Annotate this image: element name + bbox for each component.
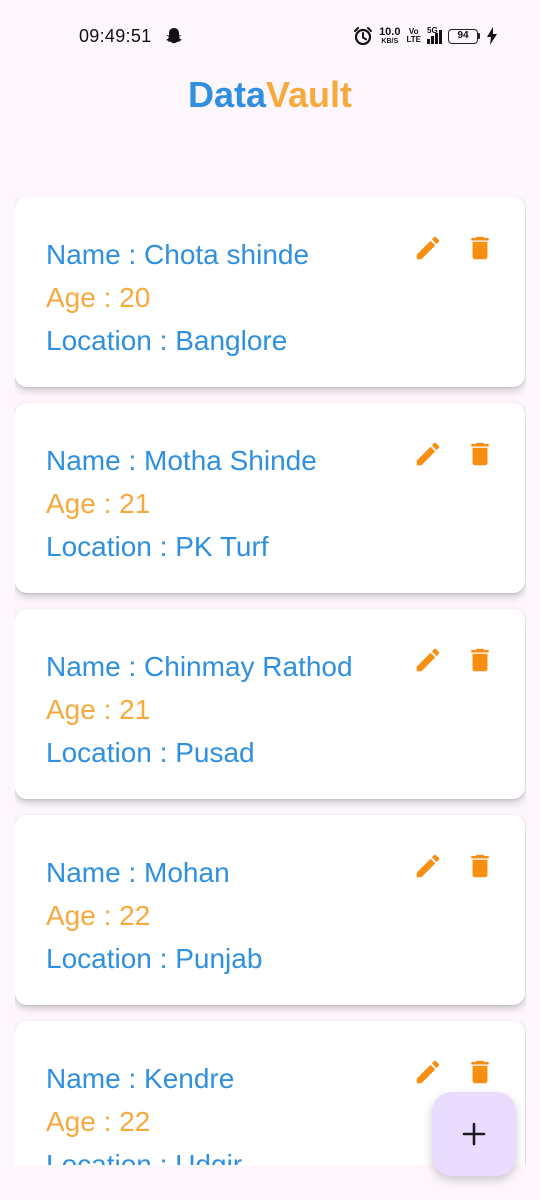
trash-icon: [471, 236, 489, 260]
records-list[interactable]: Name : Chota shinde Age : 20 Location : Ba…: [15, 197, 526, 1165]
record-details: Name : Mohan Age : 22 Location : Punjab: [46, 851, 262, 980]
record-age: Age : 20: [46, 282, 151, 313]
record-card: Name : Motha Shinde Age : 21 Location : PK…: [15, 403, 525, 593]
signal-icon: 5G: [427, 26, 442, 44]
record-name: Name : Chinmay Rathod: [46, 651, 353, 682]
record-details: Name : Kendre Age : 22 Location : Udgir: [46, 1057, 242, 1165]
record-location: Location : Pusad: [46, 737, 255, 768]
record-actions: [413, 1057, 495, 1087]
record-actions: [413, 439, 495, 469]
trash-icon: [471, 1060, 489, 1084]
app-title-vault: Vault: [266, 74, 353, 115]
app-title-data: Data: [187, 74, 266, 115]
record-age: Age : 21: [46, 694, 151, 725]
volte-indicator: Vo LTE: [406, 28, 421, 44]
signal-label: 5G: [427, 26, 438, 35]
record-location: Location : Udgir: [46, 1149, 243, 1165]
record-card: Name : Chota shinde Age : 20 Location : Ba…: [15, 197, 525, 387]
trash-icon: [471, 854, 489, 878]
trash-icon: [471, 648, 489, 672]
network-speed: 10.0 KB/S: [379, 26, 401, 46]
pencil-icon: [416, 854, 440, 878]
app-screen: 09:49:51 10.0 KB/S Vo LTE 5G 94 DataVaul…: [0, 0, 540, 1200]
delete-button[interactable]: [465, 851, 495, 881]
status-bar: 09:49:51 10.0 KB/S Vo LTE 5G 94: [0, 0, 540, 72]
pencil-icon: [416, 442, 440, 466]
record-name: Name : Kendre: [46, 1063, 235, 1094]
record-card: Name : Mohan Age : 22 Location : Punjab: [15, 815, 525, 1005]
record-card: Name : Chinmay Rathod Age : 21 Location : …: [15, 609, 525, 799]
edit-button[interactable]: [413, 851, 443, 881]
battery-level: 94: [448, 28, 478, 44]
edit-button[interactable]: [413, 645, 443, 675]
record-name: Name : Motha Shinde: [46, 445, 317, 476]
snapchat-ghost-icon: [166, 28, 182, 44]
delete-button[interactable]: [465, 645, 495, 675]
network-speed-unit: KB/S: [381, 38, 399, 45]
record-actions: [413, 851, 495, 881]
record-details: Name : Chinmay Rathod Age : 21 Location : …: [46, 645, 353, 774]
record-age: Age : 22: [46, 1106, 151, 1137]
alarm-icon: [354, 27, 373, 46]
delete-button[interactable]: [465, 1057, 495, 1087]
edit-button[interactable]: [413, 1057, 443, 1087]
edit-button[interactable]: [413, 439, 443, 469]
edit-button[interactable]: [413, 233, 443, 263]
pencil-icon: [416, 236, 440, 260]
plus-icon: [462, 1122, 486, 1146]
record-age: Age : 22: [46, 900, 151, 931]
charging-bolt-icon: [487, 27, 497, 45]
record-actions: [413, 233, 495, 263]
pencil-icon: [416, 648, 440, 672]
add-record-button[interactable]: [432, 1092, 516, 1176]
record-actions: [413, 645, 495, 675]
delete-button[interactable]: [465, 233, 495, 263]
network-speed-value: 10.0: [379, 26, 401, 38]
status-icons: 10.0 KB/S Vo LTE 5G 94: [353, 24, 498, 48]
record-location: Location : PK Turf: [46, 531, 269, 562]
pencil-icon: [416, 1060, 440, 1084]
record-location: Location : Punjab: [46, 943, 263, 974]
battery-icon: 94: [448, 28, 480, 44]
record-details: Name : Chota shinde Age : 20 Location : Ba…: [46, 233, 309, 362]
status-time: 09:49:51: [79, 26, 152, 46]
record-age: Age : 21: [46, 488, 151, 519]
record-name: Name : Mohan: [46, 857, 230, 888]
volte-bottom: LTE: [406, 35, 421, 44]
app-title: DataVault: [0, 74, 540, 116]
delete-button[interactable]: [465, 439, 495, 469]
record-location: Location : Banglore: [46, 325, 288, 356]
record-name: Name : Chota shinde: [46, 239, 310, 270]
trash-icon: [471, 442, 489, 466]
record-details: Name : Motha Shinde Age : 21 Location : PK…: [46, 439, 317, 568]
